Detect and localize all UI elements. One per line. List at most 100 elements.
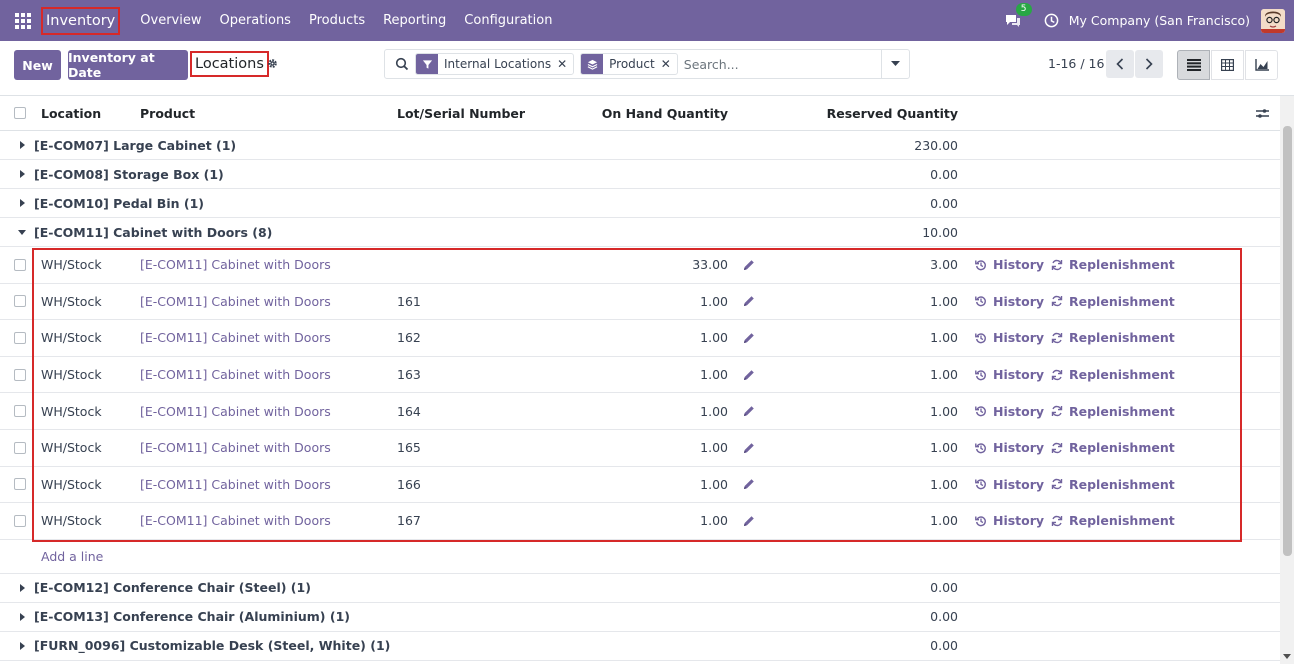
location-cell[interactable]: WH/Stock [41,393,102,429]
on-hand-cell[interactable]: 1.00 [600,357,728,393]
lot-cell[interactable]: 161 [397,284,421,320]
edit-pencil-icon[interactable] [743,393,755,429]
select-all-checkbox[interactable] [14,107,26,119]
replenishment-button[interactable]: Replenishment [1051,467,1175,503]
replenishment-button[interactable]: Replenishment [1051,357,1175,393]
clock-icon[interactable] [1044,13,1059,28]
header-product[interactable]: Product [140,96,195,130]
history-button[interactable]: History [975,357,1044,393]
chat-icon[interactable]: 5 [1004,2,1032,30]
on-hand-cell[interactable]: 1.00 [600,503,728,539]
group-row[interactable]: [E-COM12] Conference Chair (Steel) (1) 0.… [0,574,1280,603]
history-button[interactable]: History [975,503,1044,539]
menu-reporting[interactable]: Reporting [374,13,455,28]
product-link[interactable]: [E-COM11] Cabinet with Doors [140,503,331,539]
row-checkbox[interactable] [14,405,26,418]
graph-view-button[interactable] [1245,50,1278,80]
edit-pencil-icon[interactable] [743,247,755,283]
apps-menu-icon[interactable] [15,12,31,29]
table-row[interactable]: WH/Stock [E-COM11] Cabinet with Doors 166 1… [0,467,1280,504]
facet-remove-icon[interactable]: ✕ [557,57,573,71]
group-row[interactable]: [E-COM10] Pedal Bin (1) 0.00 [0,189,1280,218]
table-row[interactable]: WH/Stock [E-COM11] Cabinet with Doors 162 1… [0,320,1280,357]
lot-cell[interactable]: 162 [397,320,421,356]
lot-cell[interactable]: 164 [397,393,421,429]
table-row[interactable]: WH/Stock [E-COM11] Cabinet with Doors 164 1… [0,393,1280,430]
replenishment-button[interactable]: Replenishment [1051,430,1175,466]
app-brand[interactable]: Inventory [41,6,121,35]
lot-cell[interactable]: 167 [397,503,421,539]
location-cell[interactable]: WH/Stock [41,430,102,466]
on-hand-cell[interactable]: 33.00 [600,247,728,283]
on-hand-cell[interactable]: 1.00 [600,430,728,466]
history-button[interactable]: History [975,467,1044,503]
row-checkbox[interactable] [14,331,26,344]
product-link[interactable]: [E-COM11] Cabinet with Doors [140,284,331,320]
location-cell[interactable]: WH/Stock [41,357,102,393]
location-cell[interactable]: WH/Stock [41,467,102,503]
history-button[interactable]: History [975,284,1044,320]
facet-remove-icon[interactable]: ✕ [661,57,677,71]
menu-products[interactable]: Products [300,13,374,28]
history-button[interactable]: History [975,247,1044,283]
gear-icon[interactable] [267,58,278,69]
group-row[interactable]: [E-COM08] Storage Box (1) 0.00 [0,160,1280,189]
optional-columns-icon[interactable] [1256,96,1269,130]
pager-previous-button[interactable] [1106,50,1134,78]
table-row[interactable]: WH/Stock [E-COM11] Cabinet with Doors 33.0… [0,247,1280,284]
table-row[interactable]: WH/Stock [E-COM11] Cabinet with Doors 167 1… [0,503,1280,540]
history-button[interactable]: History [975,320,1044,356]
pivot-view-button[interactable] [1211,50,1244,80]
group-row[interactable]: [FURN_0096] Customizable Desk (Steel, Wh… [0,632,1280,661]
edit-pencil-icon[interactable] [743,430,755,466]
group-row[interactable]: [E-COM07] Large Cabinet (1) 230.00 [0,131,1280,160]
header-lot[interactable]: Lot/Serial Number [397,96,525,130]
row-checkbox[interactable] [14,368,26,381]
edit-pencil-icon[interactable] [743,467,755,503]
edit-pencil-icon[interactable] [743,357,755,393]
edit-pencil-icon[interactable] [743,284,755,320]
vertical-scrollbar[interactable] [1280,96,1294,664]
row-checkbox[interactable] [14,295,26,308]
product-link[interactable]: [E-COM11] Cabinet with Doors [140,430,331,466]
list-view-button[interactable] [1177,50,1210,80]
search-options-toggle[interactable] [881,50,909,78]
table-row[interactable]: WH/Stock [E-COM11] Cabinet with Doors 163 1… [0,357,1280,394]
company-switcher[interactable]: My Company (San Francisco) [1069,13,1250,28]
new-button[interactable]: New [14,50,61,80]
history-button[interactable]: History [975,430,1044,466]
header-on-hand[interactable]: On Hand Quantity [600,96,728,130]
location-cell[interactable]: WH/Stock [41,247,102,283]
on-hand-cell[interactable]: 1.00 [600,393,728,429]
replenishment-button[interactable]: Replenishment [1051,503,1175,539]
on-hand-cell[interactable]: 1.00 [600,320,728,356]
menu-overview[interactable]: Overview [131,13,210,28]
add-line-link[interactable]: Add a line [41,540,103,573]
menu-operations[interactable]: Operations [210,13,299,28]
scrollbar-thumb[interactable] [1283,126,1292,556]
location-cell[interactable]: WH/Stock [41,320,102,356]
on-hand-cell[interactable]: 1.00 [600,467,728,503]
lot-cell[interactable]: 166 [397,467,421,503]
replenishment-button[interactable]: Replenishment [1051,284,1175,320]
row-checkbox[interactable] [14,441,26,454]
group-row[interactable]: [E-COM13] Conference Chair (Aluminium) (… [0,603,1280,632]
product-link[interactable]: [E-COM11] Cabinet with Doors [140,320,331,356]
scroll-down-arrow[interactable] [1283,654,1291,659]
edit-pencil-icon[interactable] [743,320,755,356]
edit-pencil-icon[interactable] [743,503,755,539]
product-link[interactable]: [E-COM11] Cabinet with Doors [140,467,331,503]
row-checkbox[interactable] [14,514,26,527]
menu-configuration[interactable]: Configuration [455,13,561,28]
user-avatar[interactable] [1261,8,1285,33]
location-cell[interactable]: WH/Stock [41,503,102,539]
row-checkbox[interactable] [14,478,26,491]
group-row-open[interactable]: [E-COM11] Cabinet with Doors (8) 10.00 [0,218,1280,247]
row-checkbox[interactable] [14,258,26,271]
header-location[interactable]: Location [41,96,101,130]
on-hand-cell[interactable]: 1.00 [600,284,728,320]
product-link[interactable]: [E-COM11] Cabinet with Doors [140,357,331,393]
header-reserved[interactable]: Reserved Quantity [820,96,958,130]
pager-value[interactable]: 1-16 / 16 [1048,56,1104,71]
location-cell[interactable]: WH/Stock [41,284,102,320]
